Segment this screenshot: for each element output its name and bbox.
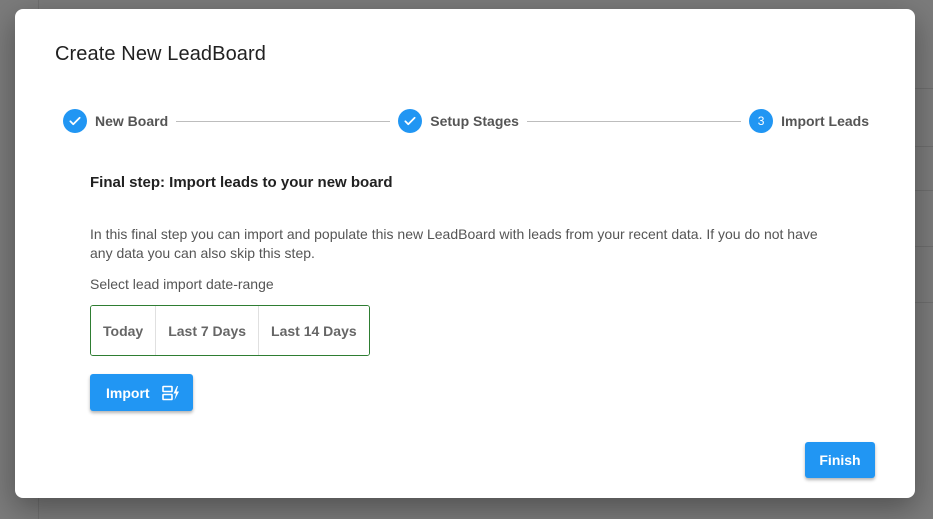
range-option-last-7-days[interactable]: Last 7 Days xyxy=(156,306,260,355)
step-new-board[interactable]: New Board xyxy=(63,109,168,133)
background-row-line xyxy=(915,88,933,89)
step-connector xyxy=(176,120,391,122)
step-number: 3 xyxy=(749,109,774,133)
check-icon xyxy=(63,109,87,133)
section-title: Final step: Import leads to your new boa… xyxy=(90,174,393,191)
background-row-line xyxy=(915,190,933,191)
finish-button[interactable]: Finish xyxy=(805,442,875,478)
step-connector xyxy=(526,120,742,122)
import-leads-icon xyxy=(161,385,180,401)
range-label: Select lead import date-range xyxy=(90,276,274,292)
step-import-leads[interactable]: 3 Import Leads xyxy=(749,109,869,133)
import-button[interactable]: Import xyxy=(90,374,193,411)
import-button-label: Import xyxy=(106,384,150,401)
step-setup-stages[interactable]: Setup Stages xyxy=(398,109,519,133)
background-row-line xyxy=(915,246,933,247)
import-step-content: Final step: Import leads to your new boa… xyxy=(90,174,830,411)
background-row-line xyxy=(915,146,933,147)
step-label: Setup Stages xyxy=(430,113,519,129)
range-option-today[interactable]: Today xyxy=(91,306,157,355)
dialog-title: Create New LeadBoard xyxy=(55,43,267,65)
check-icon xyxy=(398,109,423,133)
stepper: New Board Setup Stages 3 Import Leads xyxy=(63,109,869,133)
step-description: In this final step you can import and po… xyxy=(90,226,818,261)
step-label: Import Leads xyxy=(781,113,870,129)
date-range-selector: Today Last 7 Days Last 14 Days xyxy=(90,305,370,356)
create-leadboard-dialog: Create New LeadBoard New Board Setup Sta… xyxy=(15,9,915,498)
range-option-last-14-days[interactable]: Last 14 Days xyxy=(259,306,369,355)
background-row-line xyxy=(915,302,933,303)
step-label: New Board xyxy=(95,113,169,129)
